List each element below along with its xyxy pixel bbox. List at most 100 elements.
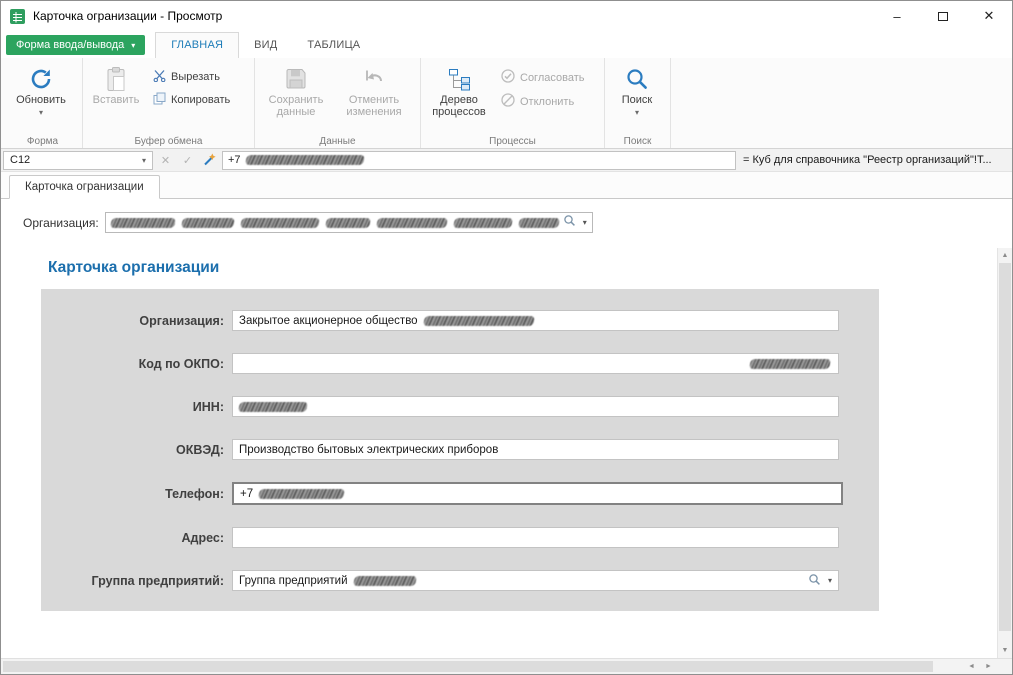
- combo-controls: ▾: [563, 214, 587, 232]
- reject-button: Отклонить: [495, 91, 590, 112]
- field-value: Группа предприятий: [239, 575, 348, 587]
- okved-field[interactable]: Производство бытовых электрических прибо…: [232, 439, 839, 460]
- scroll-down-button[interactable]: ▼: [998, 643, 1012, 658]
- search-button[interactable]: Поиск ▾: [607, 61, 667, 122]
- copy-button[interactable]: Копировать: [147, 90, 236, 110]
- redacted-text: [353, 576, 417, 586]
- title-bar: Карточка огранизации - Просмотр – ✕: [1, 1, 1012, 31]
- organization-selector-combo[interactable]: ▾: [105, 212, 593, 233]
- cell-reference: C12: [10, 154, 30, 166]
- group-label: Буфер обмена: [83, 136, 254, 147]
- scroll-down-icon: ▼: [1002, 647, 1009, 654]
- process-small-buttons: Согласовать Отклонить: [495, 61, 590, 112]
- scroll-right-icon: ►: [985, 663, 992, 670]
- minimize-icon: –: [893, 9, 900, 24]
- insert-function-button[interactable]: [200, 151, 219, 170]
- app-menu-button[interactable]: Форма ввода/вывода ▾: [6, 35, 145, 55]
- enterprise-group-field[interactable]: Группа предприятий ▾: [232, 570, 839, 591]
- chevron-down-icon[interactable]: ▾: [583, 218, 587, 227]
- redacted-text: [110, 218, 176, 228]
- scroll-left-button[interactable]: ◄: [963, 659, 980, 674]
- chevron-down-icon: ▾: [142, 156, 146, 165]
- cell-value-input[interactable]: +7: [222, 151, 736, 170]
- tab-label: ТАБЛИЦА: [307, 39, 360, 51]
- scroll-up-icon: ▲: [1002, 252, 1009, 259]
- tab-glavnaya[interactable]: ГЛАВНАЯ: [155, 32, 239, 59]
- ribbon-group-data: Сохранить данные Отменить изменения Данн…: [255, 58, 421, 148]
- ribbon-group-forma: Обновить ▾ Форма: [3, 58, 83, 148]
- redacted-text: [376, 218, 448, 228]
- address-field[interactable]: [232, 527, 839, 548]
- group-label: Процессы: [421, 136, 604, 147]
- field-label: ИНН:: [41, 400, 232, 414]
- close-button[interactable]: ✕: [966, 1, 1012, 31]
- app-menu-label: Форма ввода/вывода: [16, 39, 124, 51]
- lookup-search-icon[interactable]: [808, 573, 821, 589]
- group-label: Поиск: [605, 136, 670, 147]
- field-label: Группа предприятий:: [41, 574, 232, 588]
- cut-button[interactable]: Вырезать: [147, 67, 236, 87]
- redacted-text: [238, 402, 308, 412]
- tab-tablitsa[interactable]: ТАБЛИЦА: [292, 33, 375, 58]
- cell-value-prefix: +7: [228, 154, 241, 166]
- paste-icon: [105, 64, 127, 94]
- confirm-entry-button[interactable]: ✓: [178, 151, 197, 170]
- chevron-down-icon: ▾: [635, 107, 639, 119]
- scroll-up-button[interactable]: ▲: [998, 248, 1012, 263]
- cut-icon: [153, 69, 166, 85]
- save-data-button: Сохранить данные: [257, 61, 335, 121]
- undo-changes-button: Отменить изменения: [335, 61, 413, 121]
- form-row: Адрес:: [41, 527, 879, 548]
- form-row: Группа предприятий: Группа предприятий ▾: [41, 570, 879, 591]
- ribbon-group-search: Поиск ▾ Поиск: [605, 58, 671, 148]
- redacted-text: [423, 316, 535, 326]
- document-tab-label: Карточка огранизации: [25, 181, 144, 193]
- cell-formula-text: = Куб для справочника "Реестр организаци…: [739, 154, 1010, 166]
- refresh-button[interactable]: Обновить ▾: [5, 61, 77, 122]
- scroll-right-button[interactable]: ►: [980, 659, 997, 674]
- search-icon: [624, 64, 650, 94]
- okpo-field[interactable]: [232, 353, 839, 374]
- organization-field[interactable]: Закрытое акционерное общество: [232, 310, 839, 331]
- ribbon-group-clipboard: Вставить Вырезать Копировать Буфер обмен…: [83, 58, 255, 148]
- app-icon: [9, 8, 26, 25]
- document-tab[interactable]: Карточка огранизации: [9, 175, 160, 199]
- tab-label: ГЛАВНАЯ: [171, 39, 223, 51]
- horizontal-scrollbar[interactable]: ◄ ►: [1, 658, 1012, 674]
- maximize-button[interactable]: [920, 1, 966, 31]
- redacted-text: [749, 359, 831, 369]
- close-icon: ✕: [984, 8, 995, 24]
- form-content: Организация: ▾ Карточка организации: [1, 199, 1012, 658]
- field-value: Производство бытовых электрических прибо…: [239, 444, 498, 456]
- vertical-scrollbar[interactable]: ▲ ▼: [997, 248, 1012, 658]
- field-label: Код по ОКПО:: [41, 357, 232, 371]
- form-panel: Организация: Закрытое акционерное общест…: [41, 289, 879, 611]
- window-title: Карточка огранизации - Просмотр: [33, 9, 222, 23]
- minimize-button[interactable]: –: [874, 1, 920, 31]
- vertical-scroll-thumb[interactable]: [999, 263, 1011, 631]
- lookup-search-icon[interactable]: [563, 214, 576, 232]
- maximize-icon: [938, 12, 948, 21]
- button-label: Отменить изменения: [338, 94, 410, 118]
- approve-button: Согласовать: [495, 67, 590, 88]
- field-label: ОКВЭД:: [41, 443, 232, 457]
- redacted-text: [453, 218, 513, 228]
- redacted-text: [181, 218, 235, 228]
- chevron-down-icon[interactable]: ▾: [828, 576, 832, 585]
- confirm-icon: ✓: [183, 154, 192, 167]
- refresh-icon: [28, 64, 54, 94]
- field-label: Организация:: [41, 314, 232, 328]
- process-tree-button[interactable]: Дерево процессов: [423, 61, 495, 121]
- ribbon-tab-row: Форма ввода/вывода ▾ ГЛАВНАЯ ВИД ТАБЛИЦА: [1, 31, 1012, 58]
- button-label: Поиск: [622, 94, 652, 106]
- chevron-down-icon: ▾: [39, 107, 43, 119]
- horizontal-scroll-thumb[interactable]: [3, 661, 933, 672]
- paste-button: Вставить: [85, 61, 147, 109]
- cell-reference-box[interactable]: C12 ▾: [3, 151, 153, 170]
- inn-field[interactable]: [232, 396, 839, 417]
- field-label: Телефон:: [41, 487, 232, 501]
- phone-field[interactable]: +7: [232, 482, 843, 505]
- organization-selector-label: Организация:: [23, 216, 99, 230]
- tab-vid[interactable]: ВИД: [239, 33, 292, 58]
- cancel-entry-button[interactable]: ✕: [156, 151, 175, 170]
